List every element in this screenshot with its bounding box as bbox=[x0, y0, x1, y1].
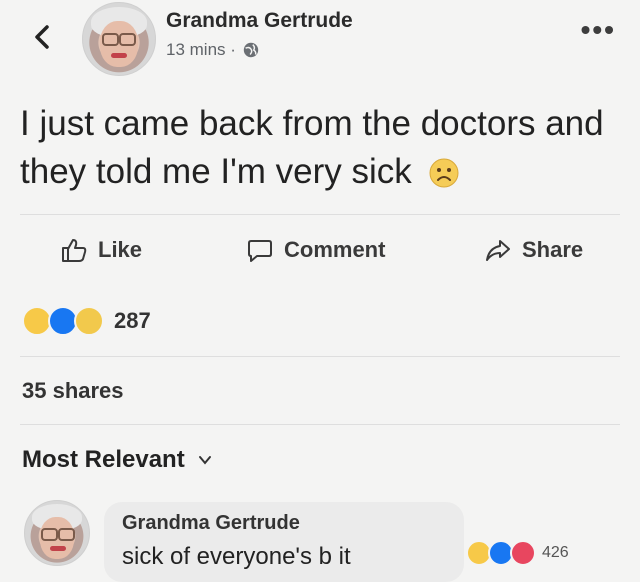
comment-label: Comment bbox=[284, 237, 386, 262]
post-timestamp: 13 mins · bbox=[166, 40, 260, 60]
shares-count[interactable]: 35 shares bbox=[22, 378, 124, 404]
divider bbox=[20, 214, 620, 215]
timestamp-text: 13 mins · bbox=[166, 40, 236, 59]
commenter-avatar[interactable] bbox=[24, 500, 90, 566]
share-label: Share bbox=[522, 237, 584, 262]
post-header: Grandma Gertrude 13 mins · ••• bbox=[0, 0, 640, 80]
comment-text: sick of everyone's b it bbox=[122, 543, 351, 570]
sort-label: Most Relevant bbox=[22, 446, 185, 473]
reaction-summary[interactable]: 287 bbox=[22, 306, 151, 336]
comment-reaction-count: 426 bbox=[542, 544, 569, 561]
action-bar: Like Comment Share bbox=[0, 230, 640, 274]
comment-sort-dropdown[interactable]: Most Relevant bbox=[22, 446, 213, 474]
like-label: Like bbox=[98, 237, 143, 262]
reaction-count: 287 bbox=[114, 308, 151, 333]
thumbs-up-icon bbox=[62, 239, 87, 262]
comment-reactions[interactable]: 426 bbox=[466, 540, 569, 566]
post-text: I just came back from the doctors and th… bbox=[20, 104, 604, 191]
comment-author[interactable]: Grandma Gertrude bbox=[122, 512, 300, 535]
author-name[interactable]: Grandma Gertrude bbox=[166, 9, 353, 33]
globe-icon bbox=[243, 42, 259, 58]
more-options-button[interactable]: ••• bbox=[581, 16, 616, 44]
chevron-down-icon bbox=[198, 456, 211, 465]
chevron-left-icon[interactable] bbox=[28, 22, 58, 52]
share-button[interactable]: Share bbox=[484, 236, 583, 264]
author-avatar[interactable] bbox=[82, 2, 156, 76]
share-arrow-icon bbox=[486, 240, 510, 261]
love-reaction-icon bbox=[510, 540, 536, 566]
post-body: I just came back from the doctors and th… bbox=[20, 100, 620, 196]
divider bbox=[20, 424, 620, 425]
speech-bubble-icon bbox=[248, 240, 272, 262]
like-button[interactable]: Like bbox=[60, 236, 142, 264]
divider bbox=[20, 356, 620, 357]
sad-reaction-icon bbox=[74, 306, 104, 336]
comment-button[interactable]: Comment bbox=[246, 236, 385, 264]
sad-face-icon bbox=[429, 158, 459, 188]
